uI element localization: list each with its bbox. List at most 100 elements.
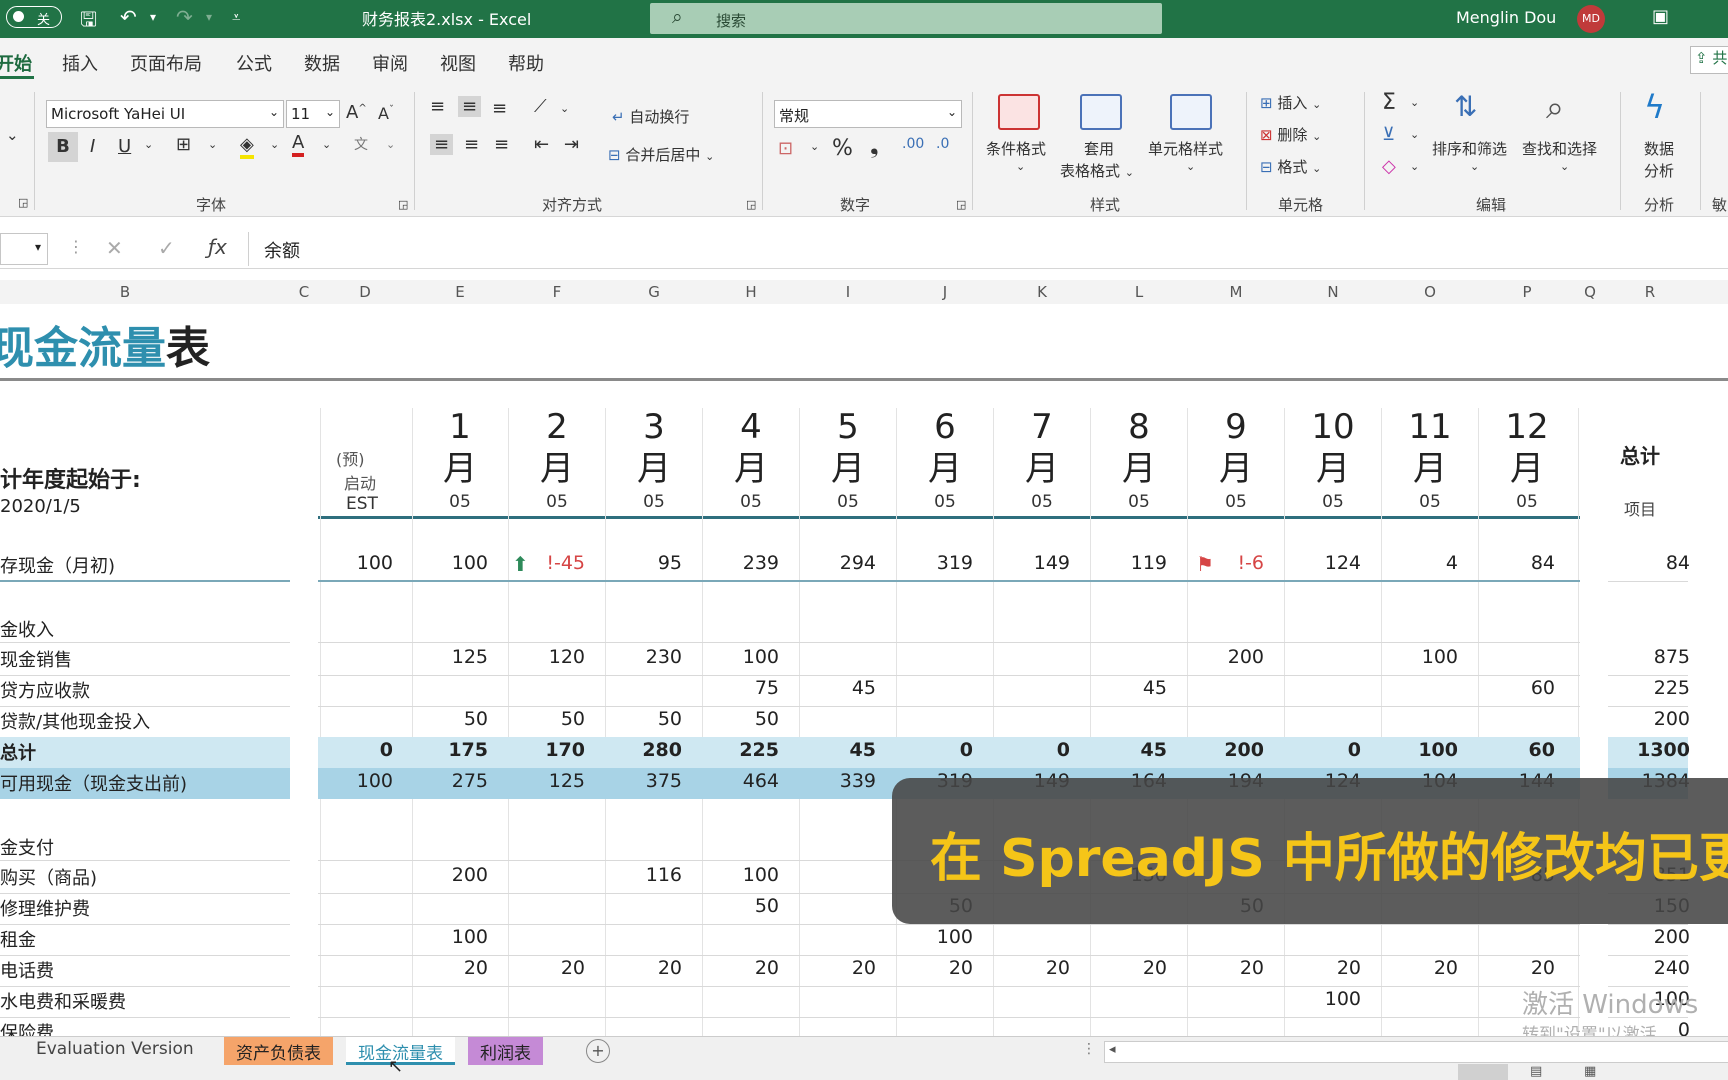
increase-decimal-icon[interactable]: .00 bbox=[902, 136, 924, 152]
accounting-format-icon[interactable]: ⊡ bbox=[778, 138, 793, 159]
column-header[interactable]: M bbox=[1226, 283, 1246, 301]
chevron-down-icon[interactable]: ⌄ bbox=[386, 138, 395, 151]
sheet-tab-evaluation[interactable]: Evaluation Version bbox=[24, 1037, 206, 1065]
align-middle-icon[interactable]: ≡ bbox=[458, 96, 482, 117]
cell-styles-button[interactable]: 单元格样式 bbox=[1148, 138, 1223, 159]
table-format-label-1[interactable]: 套用 bbox=[1084, 138, 1114, 159]
cell-opening[interactable]: 100 bbox=[307, 552, 393, 574]
clipboard-launcher-icon[interactable]: ◲ bbox=[18, 196, 28, 209]
cell-opening[interactable]: 119 bbox=[1081, 552, 1167, 574]
add-sheet-button[interactable]: + bbox=[586, 1039, 610, 1063]
total-cell-total_in[interactable]: 1300 bbox=[1604, 739, 1690, 761]
underline-button[interactable]: U bbox=[118, 136, 131, 157]
cell-phone[interactable]: 20 bbox=[596, 957, 682, 979]
cell-opening[interactable]: !-6 bbox=[1178, 552, 1264, 574]
total-cell-opening[interactable]: 84 bbox=[1604, 552, 1690, 574]
cell-available[interactable]: 100 bbox=[307, 770, 393, 792]
tab-view[interactable]: 视图 bbox=[440, 50, 476, 76]
cell-opening[interactable]: 239 bbox=[693, 552, 779, 574]
clipboard-expand-icon[interactable]: ⌄ bbox=[6, 126, 19, 144]
insert-function-icon[interactable]: ƒx bbox=[208, 235, 227, 259]
cell-purchases[interactable]: 200 bbox=[402, 864, 488, 886]
chevron-down-icon[interactable]: ⌄ bbox=[1410, 160, 1419, 173]
cell-total_in[interactable]: 0 bbox=[887, 739, 973, 761]
search-box[interactable]: ⌕ 搜索 bbox=[650, 3, 1162, 34]
orientation-icon[interactable]: ⟋ bbox=[534, 96, 547, 117]
tab-split-icon[interactable]: ⋮ bbox=[1082, 1041, 1096, 1057]
share-button[interactable]: ⇪ 共 bbox=[1690, 46, 1728, 74]
format-cells-button[interactable]: ⊟ 格式 ⌄ bbox=[1260, 156, 1321, 177]
merge-center-button[interactable]: ⊟ 合并后居中 ⌄ bbox=[608, 144, 714, 165]
column-header[interactable]: K bbox=[1032, 283, 1052, 301]
align-left-icon[interactable]: ≡ bbox=[430, 134, 454, 155]
page-break-view-icon[interactable]: ▦ bbox=[1584, 1064, 1596, 1079]
align-top-icon[interactable]: ≡ bbox=[430, 96, 445, 117]
fill-icon[interactable]: ⊻ bbox=[1382, 124, 1395, 145]
chevron-down-icon[interactable]: ⌄ bbox=[1470, 160, 1479, 173]
column-header[interactable]: P bbox=[1517, 283, 1537, 301]
increase-indent-icon[interactable]: ⇥ bbox=[564, 134, 579, 155]
cell-opening[interactable]: 124 bbox=[1275, 552, 1361, 574]
cell-receivables[interactable]: 75 bbox=[693, 677, 779, 699]
cell-available[interactable]: 275 bbox=[402, 770, 488, 792]
cell-loans[interactable]: 50 bbox=[596, 708, 682, 730]
cell-cash_sales[interactable]: 120 bbox=[499, 646, 585, 668]
cell-total_in[interactable]: 60 bbox=[1469, 739, 1555, 761]
number-format-select[interactable]: 常规 ⌄ bbox=[774, 100, 962, 128]
cell-available[interactable]: 375 bbox=[596, 770, 682, 792]
name-box[interactable]: ▾ bbox=[0, 233, 48, 265]
cell-phone[interactable]: 20 bbox=[1275, 957, 1361, 979]
cell-cash_sales[interactable]: 100 bbox=[1372, 646, 1458, 668]
grow-font-icon[interactable]: A^ bbox=[346, 102, 367, 123]
tab-data[interactable]: 数据 bbox=[304, 50, 340, 76]
cell-cash_sales[interactable]: 230 bbox=[596, 646, 682, 668]
chevron-down-icon[interactable]: ⌄ bbox=[1186, 160, 1195, 173]
cell-phone[interactable]: 20 bbox=[499, 957, 585, 979]
cell-phone[interactable]: 20 bbox=[984, 957, 1070, 979]
table-format-icon[interactable] bbox=[1080, 94, 1122, 130]
cell-receivables[interactable]: 60 bbox=[1469, 677, 1555, 699]
phonetic-icon[interactable]: 文 bbox=[354, 134, 368, 154]
cell-opening[interactable]: 95 bbox=[596, 552, 682, 574]
total-cell-cash_sales[interactable]: 875 bbox=[1604, 646, 1690, 668]
fill-color-icon[interactable]: ◈ bbox=[240, 134, 254, 159]
cell-loans[interactable]: 50 bbox=[693, 708, 779, 730]
italic-button[interactable]: I bbox=[90, 136, 95, 157]
autosave-toggle[interactable]: 关 bbox=[6, 6, 62, 28]
cancel-icon[interactable]: ✕ bbox=[106, 236, 123, 260]
column-header[interactable]: D bbox=[355, 283, 375, 301]
cell-phone[interactable]: 20 bbox=[1081, 957, 1167, 979]
cell-phone[interactable]: 20 bbox=[1469, 957, 1555, 979]
chevron-down-icon[interactable]: ⌄ bbox=[322, 138, 331, 151]
total-cell-loans[interactable]: 200 bbox=[1604, 708, 1690, 730]
cell-utilities[interactable]: 100 bbox=[1275, 988, 1361, 1010]
cell-cash_sales[interactable]: 100 bbox=[693, 646, 779, 668]
scroll-left-icon[interactable]: ◂ bbox=[1109, 1042, 1116, 1057]
cell-available[interactable]: 125 bbox=[499, 770, 585, 792]
sheet-tab-balance[interactable]: 资产负债表 bbox=[224, 1037, 333, 1065]
redo-icon[interactable]: ↷ bbox=[176, 5, 193, 29]
column-header[interactable]: B bbox=[115, 283, 135, 301]
horizontal-scrollbar[interactable]: ◂ bbox=[1104, 1041, 1728, 1063]
cell-opening[interactable]: 84 bbox=[1469, 552, 1555, 574]
tab-review[interactable]: 审阅 bbox=[372, 50, 408, 76]
cell-total_in[interactable]: 0 bbox=[307, 739, 393, 761]
total-cell-receivables[interactable]: 225 bbox=[1604, 677, 1690, 699]
cell-phone[interactable]: 20 bbox=[887, 957, 973, 979]
chevron-down-icon[interactable]: ⌄ bbox=[810, 140, 819, 153]
sheet-tab-income[interactable]: 利润表 bbox=[468, 1037, 543, 1065]
total-cell-phone[interactable]: 240 bbox=[1604, 957, 1690, 979]
column-header[interactable]: G bbox=[644, 283, 664, 301]
cell-opening[interactable]: 319 bbox=[887, 552, 973, 574]
column-header[interactable]: L bbox=[1129, 283, 1149, 301]
find-select-button[interactable]: 查找和选择 bbox=[1522, 138, 1597, 159]
percent-icon[interactable]: % bbox=[832, 136, 853, 161]
chevron-down-icon[interactable]: ⌄ bbox=[208, 138, 217, 151]
font-launcher-icon[interactable]: ◲ bbox=[398, 198, 408, 211]
cell-total_in[interactable]: 280 bbox=[596, 739, 682, 761]
cell-cash_sales[interactable]: 200 bbox=[1178, 646, 1264, 668]
decrease-indent-icon[interactable]: ⇤ bbox=[534, 134, 549, 155]
autosum-icon[interactable]: Σ bbox=[1382, 90, 1396, 115]
column-header[interactable]: J bbox=[935, 283, 955, 301]
insert-cells-button[interactable]: ⊞ 插入 ⌄ bbox=[1260, 92, 1321, 113]
